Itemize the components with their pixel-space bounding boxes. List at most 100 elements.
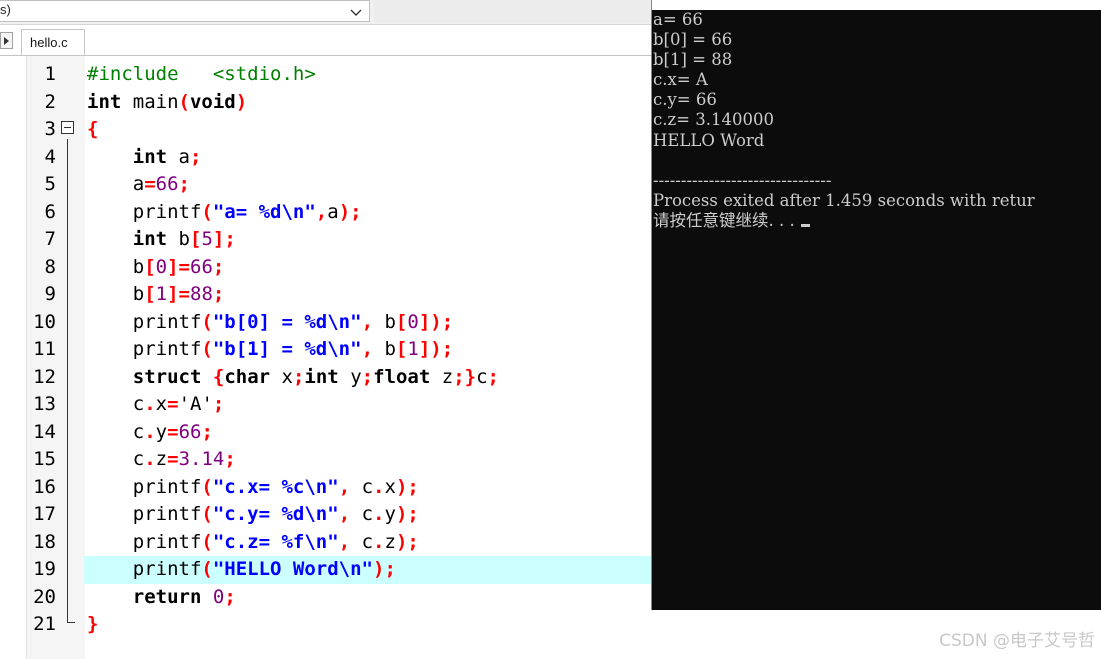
- code-token: b: [87, 255, 145, 278]
- code-token: 88: [190, 283, 213, 305]
- code-token: );: [338, 200, 362, 223]
- console-line: HELLO Word: [653, 131, 1035, 151]
- console-line-text: 请按任意键继续. . .: [653, 210, 795, 230]
- code-token: (: [201, 530, 213, 553]
- code-line[interactable]: printf("b[0] = %d\n", b[0]);: [87, 309, 453, 337]
- console-line-text: c.y= 66: [653, 90, 717, 110]
- code-token: b: [167, 228, 190, 250]
- console-line: a= 66: [653, 10, 1035, 30]
- code-token: c: [87, 420, 145, 443]
- function-combobox[interactable]: s): [0, 0, 370, 22]
- line-number: 12: [33, 365, 56, 388]
- code-token: float: [373, 365, 431, 388]
- code-token: c: [476, 365, 488, 388]
- code-token: .: [373, 530, 385, 553]
- code-token: );: [395, 530, 419, 553]
- code-token: 5: [201, 228, 213, 250]
- code-token: [: [144, 255, 156, 278]
- console-line-text: c.x= A: [653, 70, 708, 90]
- code-token: [: [395, 310, 408, 333]
- code-editor[interactable]: 1 #include <stdio.h> 2 int main(void) 3{4 in…: [0, 56, 652, 659]
- console-window[interactable]: a= 66 b[0] = 66 b[1] = 88 c.x= Ac.y= 66 c.z=…: [651, 0, 1101, 610]
- tab-hello-c[interactable]: hello.c: [21, 29, 85, 56]
- code-token: #include <stdio.h>: [87, 63, 316, 85]
- code-token: x: [384, 475, 396, 498]
- watermark: CSDN @电子艾号哲: [939, 631, 1095, 651]
- code-line[interactable]: printf("a= %d\n",a);: [87, 199, 362, 227]
- code-line[interactable]: {: [87, 116, 98, 144]
- code-token: [: [144, 283, 156, 305]
- console-line: --------------------------------: [653, 171, 1035, 191]
- code-token: ,: [338, 530, 351, 553]
- code-token: a: [167, 145, 190, 168]
- code-line[interactable]: int b[5];: [87, 226, 236, 254]
- code-token: =: [167, 393, 179, 415]
- code-token: ;: [212, 393, 225, 415]
- code-line[interactable]: int main(void): [87, 89, 247, 117]
- line-number: 15: [33, 448, 56, 470]
- code-line[interactable]: #include <stdio.h>: [87, 61, 316, 89]
- code-token: printf: [87, 530, 202, 553]
- chevron-down-icon[interactable]: [349, 4, 363, 18]
- console-line-text: a= 66: [653, 10, 703, 29]
- code-token: ;: [487, 365, 499, 388]
- code-token: ;}: [453, 365, 477, 388]
- code-token: ,: [361, 310, 374, 333]
- line-number: 16: [33, 475, 56, 498]
- code-token: 1: [155, 283, 168, 305]
- code-token: ,: [338, 475, 351, 498]
- code-token: ;: [178, 173, 190, 195]
- code-line[interactable]: return 0;: [87, 584, 236, 612]
- code-token: (: [201, 558, 213, 580]
- code-line[interactable]: b[1]=88;: [87, 281, 225, 309]
- code-line[interactable]: }: [87, 611, 98, 639]
- screenshot-root: s) hello.c 1 #include <stdio.h> 2 int main(…: [0, 0, 1101, 659]
- line-number: 1: [44, 63, 56, 85]
- code-line[interactable]: printf("b[1] = %d\n", b[1]);: [87, 336, 453, 364]
- code-line[interactable]: printf("c.z= %f\n", c.z);: [87, 529, 419, 557]
- code-line[interactable]: a=66;: [87, 171, 190, 199]
- code-token: y: [384, 503, 396, 525]
- console-titlebar[interactable]: [652, 0, 1101, 10]
- code-token: .: [144, 448, 156, 470]
- code-token: return: [132, 585, 202, 608]
- line-number: 17: [33, 503, 56, 525]
- code-line[interactable]: printf("HELLO Word\n");: [87, 556, 396, 584]
- tab-scroll-button[interactable]: [0, 32, 13, 49]
- code-line[interactable]: printf("c.y= %d\n", c.y);: [87, 501, 419, 529]
- code-token: [: [189, 228, 202, 250]
- code-line[interactable]: printf("c.x= %c\n", c.x);: [87, 474, 419, 502]
- code-token: .: [144, 393, 156, 415]
- code-token: ;: [292, 365, 305, 388]
- code-token: y: [338, 365, 362, 388]
- code-token: 3.14: [178, 448, 225, 470]
- code-token: ;: [361, 365, 374, 388]
- code-token: y: [155, 420, 168, 443]
- code-token: ): [235, 90, 248, 113]
- console-line-text: --------------------------------: [653, 170, 832, 190]
- line-number: 14: [33, 420, 56, 443]
- console-cursor: [800, 223, 810, 227]
- code-token: ]);: [418, 310, 454, 333]
- code-token: (: [201, 200, 213, 223]
- line-number: 4: [44, 145, 56, 168]
- code-token: ;: [189, 145, 202, 168]
- code-line[interactable]: struct {char x;int y;float z;}c;: [87, 364, 499, 392]
- code-token: int: [132, 145, 168, 168]
- code-line[interactable]: b[0]=66;: [87, 254, 225, 282]
- code-line[interactable]: c.y=66;: [87, 419, 213, 447]
- fold-collapse-icon[interactable]: [61, 121, 74, 134]
- code-token: 66: [178, 420, 202, 443]
- console-line: b[1] = 88: [653, 50, 1035, 70]
- code-line[interactable]: c.x='A';: [87, 391, 225, 419]
- code-token: a: [327, 200, 339, 223]
- line-number: 5: [44, 173, 56, 195]
- code-line[interactable]: int a;: [87, 144, 202, 172]
- code-line[interactable]: c.z=3.14;: [87, 446, 236, 474]
- code-token: ,: [361, 338, 374, 360]
- code-token: 66: [155, 173, 179, 195]
